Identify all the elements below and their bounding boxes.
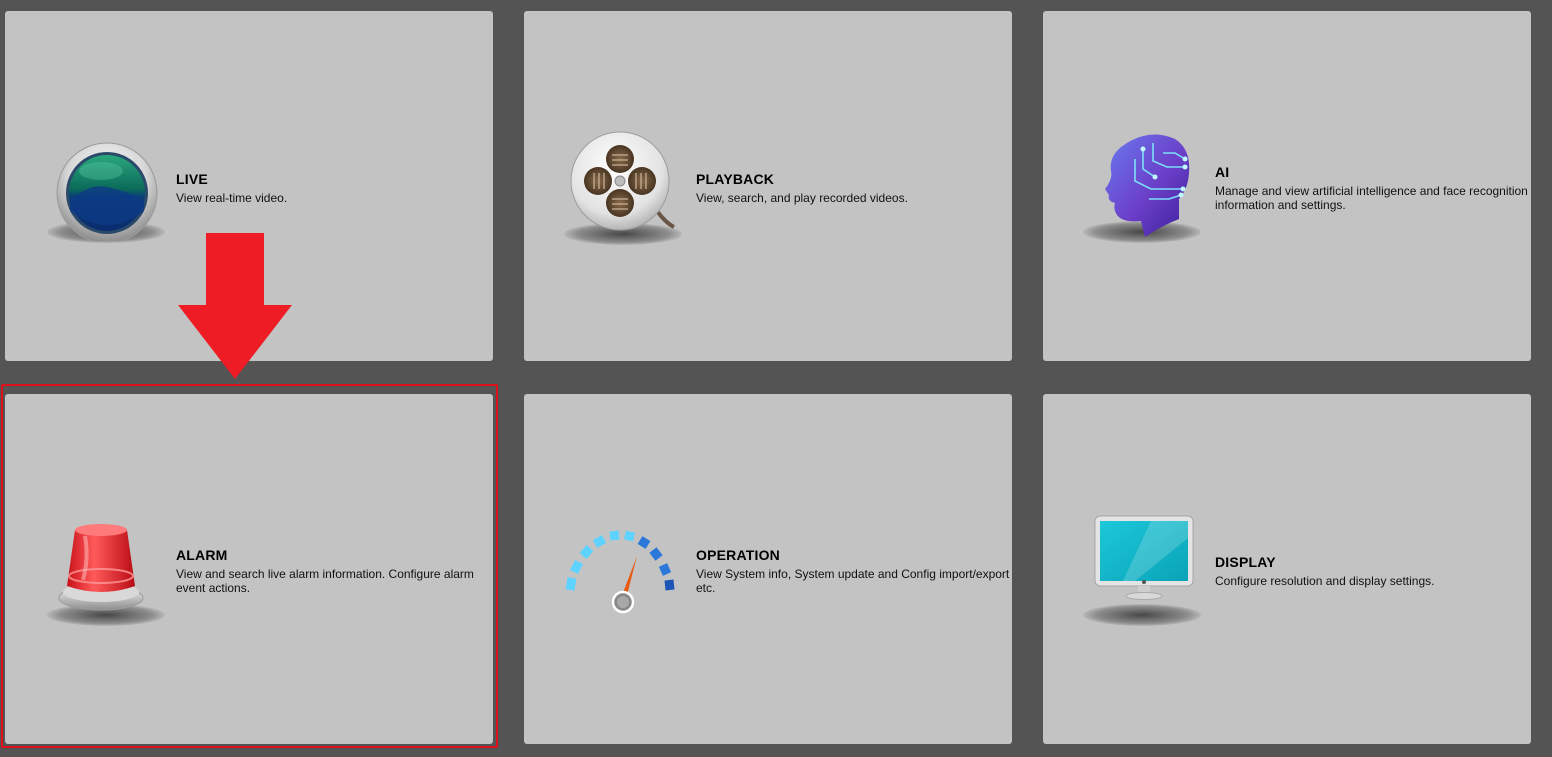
tile-title: PLAYBACK [696,171,775,187]
ai-head-icon [1093,129,1233,269]
tile-description: Configure resolution and display setting… [1215,574,1435,588]
tile-description: View and search live alarm information. … [176,567,474,595]
film-reel-icon [562,123,702,263]
monitor-icon [1091,512,1231,652]
tile-operation[interactable]: OPERATION View System info, System updat… [524,394,1012,744]
alarm-siren-icon [49,514,189,654]
tile-playback[interactable]: PLAYBACK View, search, and play recorded… [524,11,1012,361]
tile-ai[interactable]: AI Manage and view artificial intelligen… [1043,11,1531,361]
tile-description: View, search, and play recorded videos. [696,191,908,205]
tile-display[interactable]: DISPLAY Configure resolution and display… [1043,394,1531,744]
tile-title: LIVE [176,171,208,187]
tile-title: AI [1215,164,1230,180]
speedometer-icon [558,518,698,658]
tile-description: View System info, System update and Conf… [696,567,1010,595]
tile-title: ALARM [176,547,228,563]
red-down-arrow-icon [178,233,292,386]
tile-description: Manage and view artificial intelligence … [1215,184,1528,212]
tile-title: OPERATION [696,547,780,563]
tile-title: DISPLAY [1215,554,1276,570]
tile-description: View real-time video. [176,191,288,205]
tile-alarm[interactable]: ALARM View and search live alarm informa… [5,394,493,744]
live-lens-icon [39,121,179,261]
